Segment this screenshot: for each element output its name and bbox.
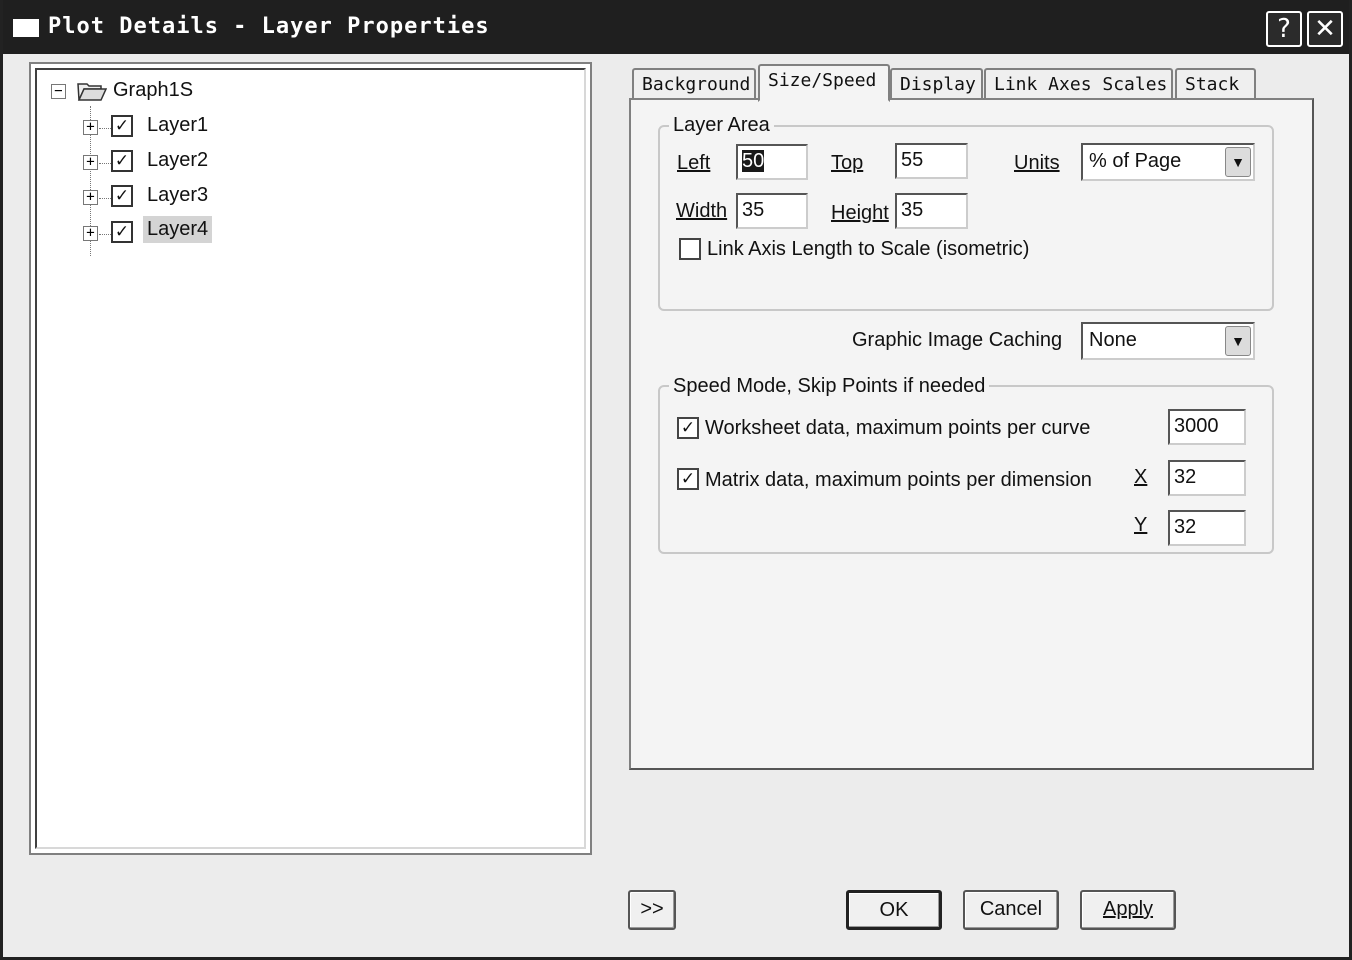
- left-label: Left: [677, 152, 710, 175]
- chevron-down-icon[interactable]: ▼: [1225, 326, 1251, 356]
- speed-mode-title: Speed Mode, Skip Points if needed: [669, 375, 990, 398]
- y-label-text: Y: [1134, 514, 1148, 536]
- tab-display[interactable]: Display: [890, 68, 983, 100]
- units-label-text: Units: [1014, 152, 1060, 174]
- tree-item-layer4[interactable]: Layer4: [143, 216, 213, 243]
- worksheet-checkbox[interactable]: ✓: [677, 417, 699, 439]
- layer-area-title: Layer Area: [669, 114, 774, 137]
- expand-icon[interactable]: +: [83, 226, 98, 241]
- units-label: Units: [1014, 152, 1060, 175]
- worksheet-label[interactable]: Worksheet data, maximum points per curve: [705, 417, 1090, 440]
- layer1-checkbox[interactable]: ✓: [111, 115, 133, 137]
- worksheet-points-input[interactable]: 3000: [1168, 409, 1246, 445]
- height-input[interactable]: 35: [895, 193, 968, 229]
- layer4-checkbox[interactable]: ✓: [111, 221, 133, 243]
- top-label-text: Top: [831, 152, 864, 174]
- window-icon: [13, 19, 39, 37]
- top-label: Top: [831, 152, 863, 175]
- cancel-button[interactable]: Cancel: [963, 890, 1059, 930]
- apply-button[interactable]: Apply: [1080, 890, 1176, 930]
- close-button[interactable]: ✕: [1307, 11, 1343, 47]
- tree-connector: [99, 163, 111, 164]
- width-label: Width: [676, 200, 727, 223]
- tree-connector: [99, 234, 111, 235]
- tree-item-layer1[interactable]: Layer1: [147, 114, 208, 137]
- tab-size-speed[interactable]: Size/Speed: [758, 64, 890, 102]
- size-speed-panel: Layer Area Left 50 Top 55 Units % of Pag…: [629, 98, 1314, 770]
- collapse-icon[interactable]: −: [51, 84, 66, 99]
- layer2-checkbox[interactable]: ✓: [111, 150, 133, 172]
- matrix-x-input[interactable]: 32: [1168, 460, 1246, 496]
- title-bar: Plot Details - Layer Properties ? ✕: [3, 0, 1349, 54]
- caching-dropdown[interactable]: None ▼: [1081, 322, 1255, 360]
- window-title: Plot Details - Layer Properties: [48, 14, 490, 39]
- tree-connector: [99, 128, 111, 129]
- left-label-text: Left: [677, 152, 711, 174]
- apply-label: Apply: [1102, 898, 1154, 920]
- tree-root-graph[interactable]: Graph1S: [113, 79, 193, 102]
- layer3-checkbox[interactable]: ✓: [111, 185, 133, 207]
- tree-item-layer2[interactable]: Layer2: [147, 149, 208, 172]
- layer-tree-panel: − Graph1S + ✓ Layer1 + ✓ Layer2 + ✓ Laye…: [29, 62, 592, 855]
- matrix-y-input[interactable]: 32: [1168, 510, 1246, 546]
- tab-background[interactable]: Background: [632, 68, 756, 100]
- caching-label: Graphic Image Caching: [852, 329, 1063, 351]
- layer-tree[interactable]: − Graph1S + ✓ Layer1 + ✓ Layer2 + ✓ Laye…: [35, 68, 586, 849]
- matrix-label[interactable]: Matrix data, maximum points per dimensio…: [705, 469, 1092, 492]
- expand-panel-button[interactable]: >>: [628, 890, 676, 930]
- tree-item-layer3[interactable]: Layer3: [147, 184, 208, 207]
- help-button[interactable]: ?: [1266, 11, 1302, 47]
- height-label-text: Height: [831, 202, 889, 224]
- left-input[interactable]: 50: [736, 144, 808, 180]
- link-axis-checkbox[interactable]: [679, 238, 701, 260]
- folder-open-icon: [77, 83, 107, 101]
- chevron-down-icon[interactable]: ▼: [1225, 147, 1251, 177]
- units-value: % of Page: [1089, 150, 1182, 172]
- plot-details-window: Plot Details - Layer Properties ? ✕ − Gr…: [0, 0, 1352, 960]
- y-label: Y: [1134, 514, 1147, 537]
- width-input[interactable]: 35: [736, 193, 808, 229]
- left-value: 50: [742, 150, 765, 172]
- width-label-text: Width: [676, 200, 728, 222]
- expand-icon[interactable]: +: [83, 190, 98, 205]
- tree-connector: [99, 198, 111, 199]
- units-dropdown[interactable]: % of Page ▼: [1081, 143, 1255, 181]
- expand-icon[interactable]: +: [83, 120, 98, 135]
- tab-link-axes-scales[interactable]: Link Axes Scales: [984, 68, 1173, 100]
- x-label: X: [1134, 466, 1147, 489]
- caching-value: None: [1089, 329, 1137, 351]
- height-label: Height: [831, 202, 889, 225]
- matrix-checkbox[interactable]: ✓: [677, 468, 699, 490]
- ok-button[interactable]: OK: [846, 890, 942, 930]
- link-axis-label[interactable]: Link Axis Length to Scale (isometric): [707, 238, 1029, 261]
- top-input[interactable]: 55: [895, 143, 968, 179]
- tab-stack[interactable]: Stack: [1175, 68, 1256, 100]
- expand-icon[interactable]: +: [83, 155, 98, 170]
- x-label-text: X: [1134, 466, 1148, 488]
